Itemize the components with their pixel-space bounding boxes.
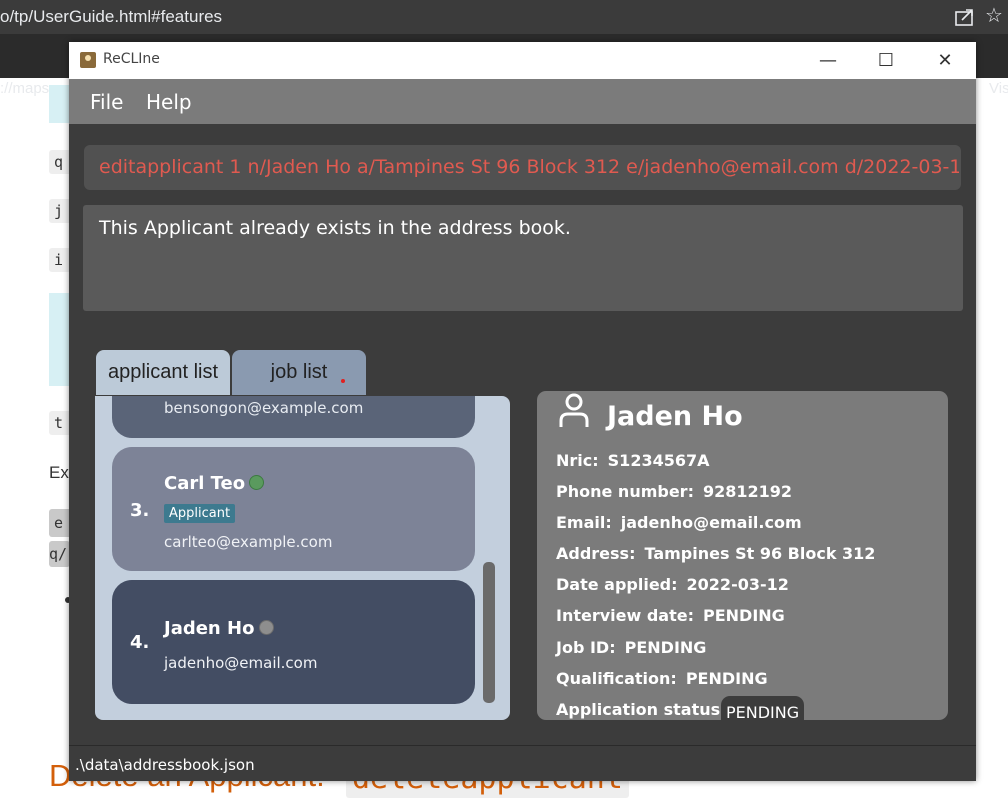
person-icon — [559, 393, 589, 427]
browser-url[interactable]: o/tp/UserGuide.html#features — [0, 7, 222, 27]
applicant-tag: Applicant — [164, 504, 236, 523]
detail-address: Address: Tampines St 96 Block 312 — [556, 544, 875, 563]
doc-callout — [49, 85, 70, 123]
field-value: Tampines St 96 Block 312 — [644, 544, 876, 563]
field-label: Application status: — [556, 700, 727, 719]
tab-label: applicant list — [107, 361, 219, 383]
minimize-button[interactable]: — — [805, 42, 851, 79]
field-value: S1234567A — [607, 451, 710, 470]
field-value: jadenho@email.com — [620, 513, 802, 532]
applicant-card[interactable]: 4. Jaden Ho jadenho@email.com — [112, 580, 475, 704]
detail-nric: Nric: S1234567A — [556, 451, 710, 470]
tab-label: job list — [270, 361, 328, 383]
applicant-email: carlteo@example.com — [164, 533, 333, 551]
status-bar: .\data\addressbook.json — [69, 745, 976, 781]
field-value: PENDING — [685, 669, 768, 688]
tab-job-list[interactable]: job list — [232, 350, 366, 395]
detail-phone: Phone number: 92812192 — [556, 482, 792, 501]
command-input[interactable]: editapplicant 1 n/Jaden Ho a/Tampines St… — [84, 145, 961, 190]
field-label: Phone number: — [556, 482, 694, 501]
detail-job-id: Job ID: PENDING — [556, 638, 706, 657]
detail-qualification: Qualification: PENDING — [556, 669, 768, 688]
close-button[interactable]: ✕ — [922, 42, 968, 79]
applicant-card[interactable]: bensongon@example.com — [112, 396, 475, 438]
window-title: ReCLIne — [103, 51, 160, 67]
menu-help[interactable]: Help — [146, 90, 192, 114]
menu-file[interactable]: File — [90, 90, 123, 114]
applicant-index: 4. — [130, 632, 150, 653]
doc-code-chip: q/ — [49, 541, 70, 567]
detail-email: Email: jadenho@email.com — [556, 513, 802, 532]
command-text[interactable]: editapplicant 1 n/Jaden Ho a/Tampines St… — [99, 156, 959, 178]
result-display: This Applicant already exists in the add… — [83, 205, 963, 311]
doc-callout — [49, 293, 70, 386]
applicant-email: jadenho@email.com — [164, 654, 318, 672]
title-bar[interactable]: ReCLIne — ☐ ✕ — [69, 42, 976, 79]
doc-example-label: Ex — [49, 463, 69, 482]
application-status-badge: PENDING — [721, 696, 805, 720]
app-icon — [80, 52, 96, 68]
status-dot — [259, 620, 274, 635]
maximize-button[interactable]: ☐ — [863, 42, 909, 79]
notification-dot — [341, 379, 345, 383]
share-icon[interactable] — [954, 7, 976, 27]
data-file-path: .\data\addressbook.json — [75, 756, 255, 774]
menu-bar: File Help — [69, 79, 976, 124]
applicant-index: 3. — [130, 500, 150, 521]
field-label: Nric: — [556, 451, 599, 470]
scrollbar-thumb[interactable] — [483, 562, 495, 703]
detail-application-status: Application status: — [556, 700, 736, 719]
applicant-email: bensongon@example.com — [164, 399, 364, 417]
applicant-name: Carl Teo — [164, 473, 246, 494]
status-dot — [249, 475, 264, 490]
field-label: Job ID: — [556, 638, 616, 657]
applicant-name: Jaden Ho — [164, 618, 255, 639]
field-value: PENDING — [624, 638, 707, 657]
field-value: 92812192 — [702, 482, 793, 501]
detail-name: Jaden Ho — [607, 401, 743, 432]
tab-applicant-list[interactable]: applicant list — [96, 350, 230, 395]
detail-date-applied: Date applied: 2022-03-12 — [556, 575, 789, 594]
field-label: Interview date: — [556, 606, 694, 625]
star-icon[interactable]: ☆ — [985, 5, 1003, 25]
field-label: Date applied: — [556, 575, 678, 594]
field-value: PENDING — [703, 606, 785, 625]
app-window: ReCLIne — ☐ ✕ File Help editapplicant 1 … — [69, 42, 976, 781]
result-message: This Applicant already exists in the add… — [99, 217, 571, 239]
applicant-detail-panel: Jaden Ho Nric: S1234567A Phone number: 928… — [537, 391, 948, 720]
detail-interview-date: Interview date: PENDING — [556, 606, 785, 625]
field-label: Email: — [556, 513, 612, 532]
field-value: 2022-03-12 — [686, 575, 789, 594]
applicant-list-panel[interactable]: bensongon@example.com 3. Carl Teo Applic… — [95, 396, 510, 720]
bookmark-item[interactable]: Vis — [989, 80, 1008, 97]
applicant-card[interactable]: 3. Carl Teo Applicant carlteo@example.co… — [112, 447, 475, 571]
browser-toolbar: o/tp/UserGuide.html#features ☆ — [0, 0, 1008, 34]
field-label: Address: — [556, 544, 636, 563]
field-label: Qualification: — [556, 669, 677, 688]
